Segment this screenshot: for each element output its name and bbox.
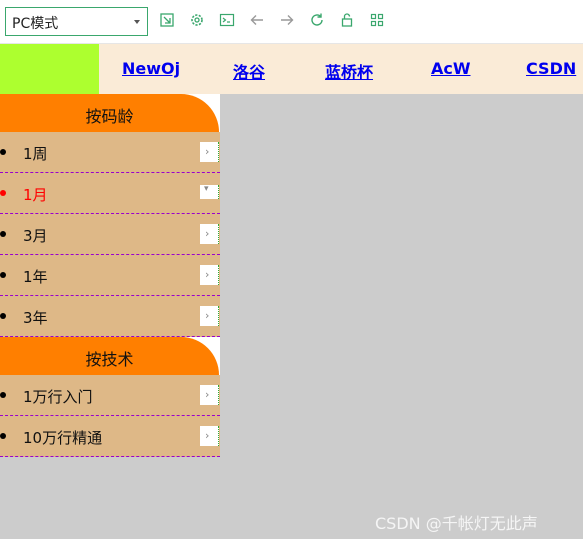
- bullet-icon: [0, 190, 6, 196]
- expand-arrow-icon[interactable]: ›: [200, 385, 219, 405]
- nav-link-acw[interactable]: AcW: [431, 59, 471, 78]
- menu-item-100k-lines[interactable]: 10万行精通 ›: [0, 416, 220, 457]
- mode-select-value: PC模式: [12, 16, 59, 32]
- menu-item-10k-lines[interactable]: 1万行入门 ›: [0, 375, 220, 416]
- menu-item-1-month[interactable]: 1月 ▾: [0, 173, 220, 214]
- lock-icon[interactable]: [339, 12, 355, 28]
- bullet-icon: [0, 313, 6, 319]
- external-window-icon[interactable]: [159, 12, 175, 28]
- menu-item-1-year[interactable]: 1年 ›: [0, 255, 220, 296]
- grid-icon[interactable]: [369, 12, 385, 28]
- group-title: 按码龄: [85, 107, 134, 126]
- nav-link-newoj[interactable]: NewOj: [122, 59, 180, 78]
- nav-logo-block: [0, 44, 99, 94]
- expand-arrow-icon[interactable]: ›: [200, 426, 219, 446]
- dropdown-arrow-icon[interactable]: ▾: [200, 184, 219, 199]
- expand-arrow-icon[interactable]: ›: [200, 142, 219, 162]
- bullet-icon: [0, 231, 6, 237]
- refresh-icon[interactable]: [309, 12, 325, 28]
- nav-link-lanqiao[interactable]: 蓝桥杯: [325, 59, 373, 83]
- menu-item-3-years[interactable]: 3年 ›: [0, 296, 220, 337]
- forward-arrow-icon[interactable]: [279, 12, 295, 28]
- menu-item-label: 1周: [23, 145, 48, 163]
- watermark: CSDN @千帐灯无此声: [375, 514, 538, 533]
- menu-item-label: 3月: [23, 227, 48, 245]
- bullet-icon: [0, 392, 6, 398]
- menu-item-label: 3年: [23, 309, 48, 327]
- bullet-icon: [0, 272, 6, 278]
- nav-link-luogu[interactable]: 洛谷: [233, 59, 265, 83]
- bullet-icon: [0, 149, 6, 155]
- menu-item-label: 1月: [23, 186, 48, 204]
- menu-item-label: 1年: [23, 268, 48, 286]
- expand-arrow-icon[interactable]: ›: [200, 224, 219, 244]
- menu-item-label: 10万行精通: [23, 429, 103, 447]
- terminal-icon[interactable]: [219, 12, 235, 28]
- top-nav: NewOj 洛谷 蓝桥杯 AcW CSDN: [0, 44, 583, 94]
- chevron-down-icon: [134, 20, 140, 24]
- bullet-icon: [0, 433, 6, 439]
- menu-item-3-months[interactable]: 3月 ›: [0, 214, 220, 255]
- menu-item-1-week[interactable]: 1周 ›: [0, 132, 220, 173]
- back-arrow-icon[interactable]: [249, 12, 265, 28]
- mode-select[interactable]: PC模式: [5, 7, 148, 36]
- gear-icon[interactable]: [189, 12, 205, 28]
- group-title: 按技术: [85, 350, 134, 369]
- expand-arrow-icon[interactable]: ›: [200, 306, 219, 326]
- group-header-tech[interactable]: 按技术: [0, 337, 220, 375]
- nav-link-csdn[interactable]: CSDN: [526, 59, 576, 78]
- expand-arrow-icon[interactable]: ›: [200, 265, 219, 285]
- menu-item-label: 1万行入门: [23, 388, 93, 406]
- group-header-age[interactable]: 按码龄: [0, 94, 220, 132]
- sidebar-menu: 按码龄 1周 › 1月 ▾ 3月 › 1年 › 3年 › 按技术 1万行入门 ›…: [0, 94, 220, 457]
- browser-toolbar: PC模式: [0, 0, 583, 44]
